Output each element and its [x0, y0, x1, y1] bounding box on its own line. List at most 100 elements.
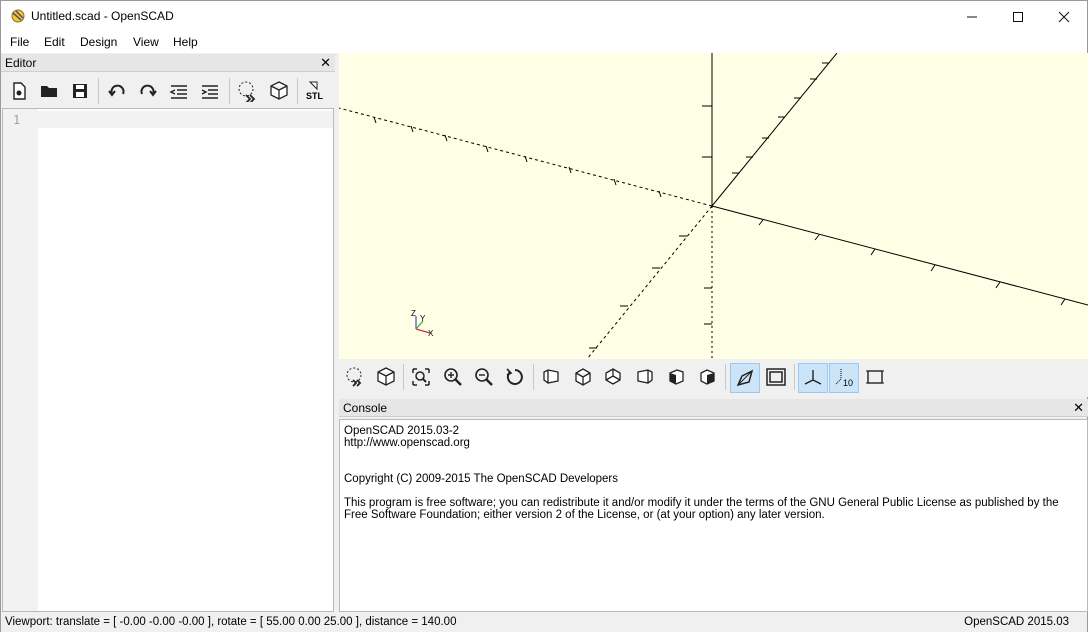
new-file-button[interactable] [6, 78, 32, 104]
console-output[interactable]: OpenSCAD 2015.03-2 http://www.openscad.o… [339, 419, 1088, 612]
menu-view[interactable]: View [133, 35, 159, 49]
console-line [344, 485, 1083, 497]
menu-help[interactable]: Help [173, 35, 198, 49]
version-label: OpenSCAD 2015.03 [964, 616, 1069, 628]
axis-x-label: X [428, 329, 434, 338]
editor-close-icon[interactable]: ✕ [320, 54, 331, 72]
y-axis-positive [711, 53, 838, 207]
console-line: This program is free software; you can r… [344, 497, 1059, 509]
axis-z-label: Z [411, 309, 416, 318]
toolbar-separator [725, 364, 726, 390]
perspective-button[interactable] [730, 363, 760, 393]
redo-button[interactable] [135, 78, 161, 104]
title-bar: Untitled.scad - OpenSCAD [1, 1, 1087, 32]
editor-toolbar: STL [1, 72, 335, 108]
menu-file[interactable]: File [10, 35, 29, 49]
current-line-highlight [38, 111, 333, 128]
undo-button[interactable] [104, 78, 130, 104]
code-editor[interactable]: 1 [2, 108, 334, 612]
x-axis-positive [711, 205, 1088, 306]
view-top-button[interactable] [570, 364, 596, 390]
zoom-out-icon [475, 368, 493, 386]
minimize-button[interactable] [949, 1, 995, 32]
view-back-icon [700, 369, 715, 385]
show-scale-markers-button[interactable]: 10 [829, 363, 859, 393]
unindent-button[interactable] [166, 78, 192, 104]
console-line [344, 461, 1083, 473]
toolbar-separator [98, 78, 99, 104]
orthogonal-button[interactable] [763, 364, 789, 390]
console-title: Console [343, 401, 388, 415]
scale-markers-label: 10 [843, 378, 854, 388]
toolbar-separator [794, 364, 795, 390]
save-button[interactable] [67, 78, 93, 104]
menu-bar: File Edit Design View Help [1, 32, 1087, 53]
zoom-in-icon [444, 368, 462, 386]
render-icon [377, 367, 395, 386]
show-axes-icon [804, 370, 822, 385]
orthogonal-icon [766, 368, 786, 386]
line-number-gutter: 1 [3, 109, 38, 611]
render-icon [270, 81, 288, 100]
toolbar-separator [533, 364, 534, 390]
toolbar-separator [403, 364, 404, 390]
maximize-icon [1013, 11, 1023, 22]
zoom-in-button[interactable] [440, 364, 466, 390]
close-icon [1058, 11, 1070, 22]
show-axes-button[interactable] [798, 363, 828, 393]
preview-icon [238, 81, 256, 102]
application-window: Untitled.scad - OpenSCAD File Edit Desig… [0, 0, 1088, 632]
view-back-button[interactable] [694, 364, 720, 390]
indent-button[interactable] [197, 78, 223, 104]
minimize-icon [967, 16, 977, 17]
close-button[interactable] [1041, 1, 1087, 32]
view-right-icon [543, 369, 559, 384]
editor-dock-title: Editor ✕ [1, 54, 335, 72]
openscad-icon [11, 9, 25, 23]
menu-design[interactable]: Design [80, 35, 117, 49]
view-preview-button[interactable] [342, 364, 368, 390]
view-all-icon [412, 368, 430, 386]
view-right-button[interactable] [538, 364, 564, 390]
view-left-icon [637, 369, 653, 384]
scale-ticks [373, 62, 1066, 349]
console-line: OpenSCAD 2015.03-2 [344, 425, 460, 437]
line-number: 1 [13, 113, 21, 127]
view-left-button[interactable] [632, 364, 658, 390]
console-close-icon[interactable]: ✕ [1073, 399, 1084, 417]
toolbar-separator [229, 78, 230, 104]
console-line: http://www.openscad.org [344, 437, 470, 449]
view-front-button[interactable] [663, 364, 689, 390]
preview-button[interactable] [234, 78, 260, 104]
show-edges-button[interactable] [862, 364, 888, 390]
open-file-button[interactable] [36, 78, 62, 104]
zoom-out-button[interactable] [471, 364, 497, 390]
export-stl-button[interactable]: STL [302, 78, 328, 104]
console-line: Copyright (C) 2009-2015 The OpenSCAD Dev… [344, 473, 619, 485]
axis-y-label: Y [420, 314, 426, 323]
maximize-button[interactable] [995, 1, 1041, 32]
menu-edit[interactable]: Edit [44, 35, 65, 49]
reset-view-button[interactable] [502, 364, 528, 390]
view-toolbar: 10 [339, 359, 1088, 397]
reset-view-icon [506, 368, 523, 385]
indent-icon [201, 85, 218, 99]
status-bar: Viewport: translate = [ -0.00 -0.00 -0.0… [1, 613, 1087, 632]
toolbar-separator [297, 78, 298, 104]
perspective-icon [736, 369, 754, 387]
axes-drawing: Z Y X [339, 53, 1088, 359]
view-top-icon [575, 368, 591, 386]
view-render-button[interactable] [373, 364, 399, 390]
unindent-icon [169, 85, 187, 99]
save-icon [73, 84, 87, 98]
viewport-info: Viewport: translate = [ -0.00 -0.00 -0.0… [5, 616, 457, 628]
redo-icon [140, 84, 157, 97]
3d-viewport[interactable]: Z Y X [339, 53, 1088, 359]
render-button[interactable] [266, 78, 292, 104]
export-stl-label: STL [306, 91, 323, 101]
axes-indicator: Z Y X [411, 309, 434, 338]
view-all-button[interactable] [408, 364, 434, 390]
view-bottom-icon [605, 368, 621, 385]
view-bottom-button[interactable] [600, 364, 626, 390]
y-axis-negative [586, 205, 713, 359]
